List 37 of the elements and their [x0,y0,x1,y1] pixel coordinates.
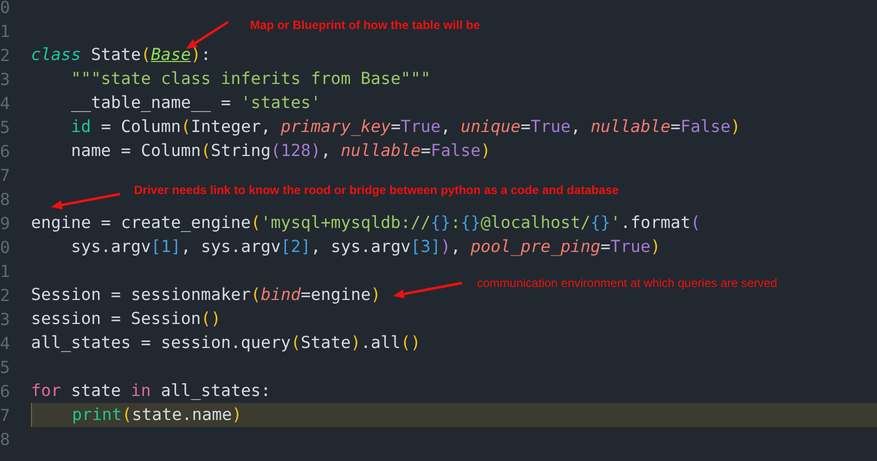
code-line: sys.argv[1], sys.argv[2], sys.argv[3]), pool_pre_ping=True) [70,236,660,258]
code-line: Session = sessionmaker(bind=engine) [31,284,381,306]
line-number: 5 [0,358,11,376]
line-number: 6 [0,382,11,400]
line-number: 7 [0,406,11,424]
line-number: 8 [0,190,11,208]
line-number: 8 [0,430,11,448]
arrow [51,192,120,210]
line-number: 9 [0,214,11,232]
code-line: """state class inferits from Base""" [70,68,431,90]
line-number: 6 [0,142,11,160]
line-number: 0 [0,238,11,256]
annotation-text: Driver needs link to know the rood or bridge between python as a code and database [134,182,619,198]
arrow [393,282,462,298]
arrow [186,20,229,49]
line-number: 3 [0,310,11,328]
line-number: 4 [0,334,11,352]
code-line: engine = create_engine('mysql+mysqldb://{}:{}@localhost/{}'.format( [31,212,700,234]
annotation-text: communication environment at which queries are served [477,275,778,291]
code-line: print(state.name) [70,404,242,426]
line-number: 1 [0,22,11,40]
code-line: name = Column(String(128), nullable=False) [70,140,491,162]
code-line: __table_name__ = 'states' [70,92,321,114]
line-number: 7 [0,166,11,184]
annotation-text: Map or Blueprint of how the table will be [250,17,480,33]
line-number: 3 [0,70,11,88]
line-number: 0 [0,0,11,16]
line-number: 2 [0,46,11,64]
code-line: class State(Base): [31,44,211,66]
code-line: id = Column(Integer, primary_key=True, unique=True, nullable=False) [70,116,740,138]
line-number: 2 [0,286,11,304]
line-number: 5 [0,118,11,136]
code-line: all_states = session.query(State).all() [31,332,421,354]
line-number: 4 [0,94,11,112]
code-line: session = Session() [31,308,221,330]
line-number: 1 [0,262,11,280]
code-line: for state in all_states: [31,380,271,402]
